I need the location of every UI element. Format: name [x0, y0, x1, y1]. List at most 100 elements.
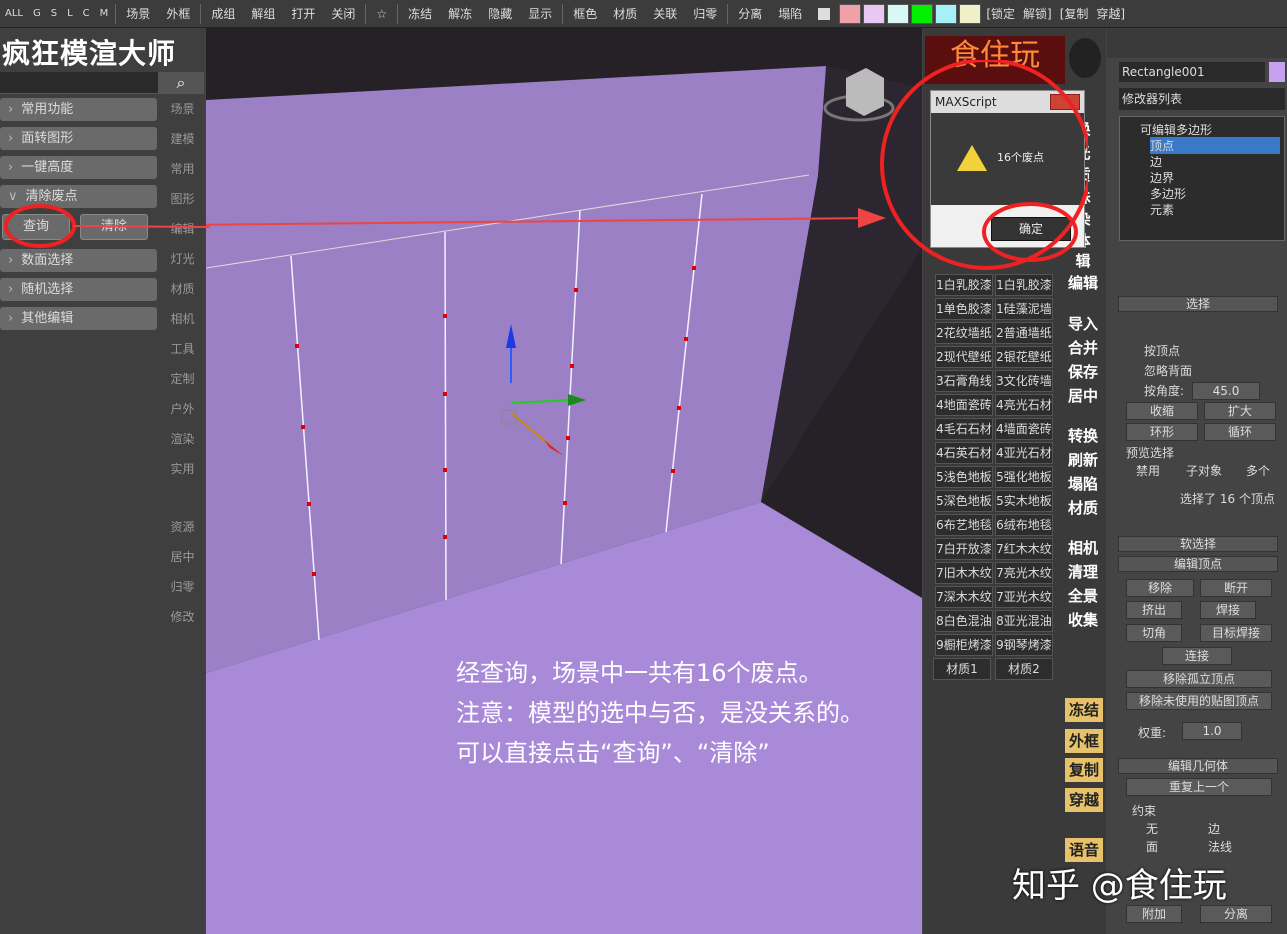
modifier-stack-item[interactable]: 边界	[1150, 169, 1280, 186]
mid-command[interactable]: 保存	[1063, 361, 1103, 382]
viewport[interactable]: 经查询，场景中一共有16个废点。 注意：模型的选中与否，是没关系的。 可以直接点…	[206, 28, 922, 934]
mid-command[interactable]: 清理	[1063, 561, 1103, 582]
quick-action-button[interactable]: 冻结	[1065, 698, 1103, 722]
toolbar-item[interactable]: G	[28, 8, 46, 19]
left-side-tab[interactable]: 户外	[160, 400, 205, 417]
toolbar-right-item[interactable]: 解锁]	[1019, 5, 1056, 22]
material-button[interactable]: 2银花壁纸	[995, 346, 1053, 368]
select-rollout[interactable]: 选择	[1118, 296, 1278, 312]
material-button[interactable]: 4地面瓷砖	[935, 394, 993, 416]
toolbar-item[interactable]: ☆	[368, 7, 395, 21]
shrink-button[interactable]: 收缩	[1126, 402, 1198, 420]
color-swatch[interactable]	[839, 3, 862, 24]
loop-button[interactable]: 循环	[1204, 423, 1276, 441]
edit-vertices-rollout[interactable]: 编辑顶点	[1118, 556, 1278, 572]
left-menu-button[interactable]: › 面转图形	[0, 127, 157, 150]
object-color-swatch[interactable]	[1269, 62, 1285, 82]
remove-unused-map-button[interactable]: 移除未使用的贴图顶点	[1126, 692, 1272, 710]
mid-command[interactable]: 塌陷	[1063, 473, 1103, 494]
left-side-tab[interactable]: 居中	[160, 548, 205, 565]
toolbar-item[interactable]: 材质	[605, 5, 645, 22]
weight-spinner[interactable]: 1.0	[1182, 722, 1242, 740]
modifier-stack-item[interactable]: 元素	[1150, 201, 1280, 218]
checkbox-icon[interactable]	[818, 7, 831, 20]
modifier-stack-item[interactable]: 顶点	[1150, 137, 1280, 154]
toolbar-item[interactable]: 关闭	[323, 5, 363, 22]
grow-button[interactable]: 扩大	[1204, 402, 1276, 420]
material-button[interactable]: 3石膏角线	[935, 370, 993, 392]
mat-tab-1[interactable]: 材质1	[933, 658, 991, 680]
toolbar-item[interactable]: 分离	[730, 5, 770, 22]
material-button[interactable]: 9钢琴烤漆	[995, 634, 1053, 656]
toolbar-item[interactable]: 关联	[645, 5, 685, 22]
mid-command[interactable]: 合并	[1063, 337, 1103, 358]
left-side-tab[interactable]: 定制	[160, 370, 205, 387]
left-menu-button[interactable]: › 随机选择	[0, 278, 157, 301]
modifier-list-dropdown[interactable]: 修改器列表	[1119, 88, 1285, 110]
left-side-tab[interactable]: 材质	[160, 280, 205, 297]
modifier-stack-item[interactable]: 多边形	[1150, 185, 1280, 202]
mat-tab-2[interactable]: 材质2	[995, 658, 1053, 680]
toolbar-item[interactable]: 打开	[283, 5, 323, 22]
left-side-tab[interactable]: 资源	[160, 518, 205, 535]
material-button[interactable]: 4亮光石材	[995, 394, 1053, 416]
toolbar-item[interactable]: M	[95, 8, 114, 19]
angle-spinner[interactable]: 45.0	[1192, 382, 1260, 400]
material-button[interactable]: 2花纹墙纸	[935, 322, 993, 344]
color-swatch[interactable]	[911, 3, 934, 24]
color-swatch[interactable]	[959, 3, 982, 24]
mid-command[interactable]: 刷新	[1063, 449, 1103, 470]
left-side-tab[interactable]: 灯光	[160, 250, 205, 267]
quick-action-button[interactable]: 复制	[1065, 758, 1103, 782]
left-side-tab[interactable]: 常用	[160, 160, 205, 177]
toolbar-item[interactable]: 解组	[243, 5, 283, 22]
left-menu-button[interactable]: › 一键高度	[0, 156, 157, 179]
modifier-stack-item[interactable]: 可编辑多边形	[1140, 121, 1280, 138]
left-side-tab[interactable]: 修改	[160, 608, 205, 625]
toolbar-item[interactable]: C	[78, 8, 95, 19]
left-side-tab[interactable]: 场景	[160, 100, 205, 117]
repeat-last-button[interactable]: 重复上一个	[1126, 778, 1272, 796]
toolbar-item[interactable]: 外框	[158, 5, 198, 22]
break-button[interactable]: 断开	[1200, 579, 1272, 597]
material-button[interactable]: 4亚光石材	[995, 442, 1053, 464]
chamfer-button[interactable]: 切角	[1126, 624, 1182, 642]
material-button[interactable]: 7红木木纹	[995, 538, 1053, 560]
material-button[interactable]: 1单色胶漆	[935, 298, 993, 320]
material-button[interactable]: 8亚光混油	[995, 610, 1053, 632]
toolbar-item[interactable]: 场景	[118, 5, 158, 22]
material-button[interactable]: 9橱柜烤漆	[935, 634, 993, 656]
material-button[interactable]: 7亚光木纹	[995, 586, 1053, 608]
toolbar-right-item[interactable]: [复制	[1056, 5, 1093, 22]
mid-command[interactable]: 转换	[1063, 425, 1103, 446]
material-button[interactable]: 5深色地板	[935, 490, 993, 512]
color-swatch[interactable]	[863, 3, 886, 24]
toolbar-item[interactable]: 成组	[203, 5, 243, 22]
toolbar-item[interactable]: 框色	[565, 5, 605, 22]
material-button[interactable]: 7白开放漆	[935, 538, 993, 560]
toolbar-item[interactable]: 显示	[520, 5, 560, 22]
left-side-tab[interactable]: 工具	[160, 340, 205, 357]
material-button[interactable]: 6绒布地毯	[995, 514, 1053, 536]
detach-button[interactable]: 分离	[1200, 905, 1272, 923]
material-button[interactable]: 6布艺地毯	[935, 514, 993, 536]
material-button[interactable]: 5浅色地板	[935, 466, 993, 488]
object-name-field[interactable]: Rectangle001	[1119, 62, 1265, 82]
toolbar-item[interactable]: L	[62, 8, 78, 19]
search-icon[interactable]: ⌕	[158, 72, 204, 94]
material-button[interactable]: 2现代壁纸	[935, 346, 993, 368]
mid-command[interactable]: 收集	[1063, 609, 1103, 630]
material-button[interactable]: 7旧木木纹	[935, 562, 993, 584]
quick-action-button[interactable]: 外框	[1065, 729, 1103, 753]
material-button[interactable]: 1硅藻泥墙	[995, 298, 1053, 320]
left-side-tab[interactable]: 渲染	[160, 430, 205, 447]
left-side-tab[interactable]: 建模	[160, 130, 205, 147]
edit-geometry-rollout[interactable]: 编辑几何体	[1118, 758, 1278, 774]
left-side-tab[interactable]: 归零	[160, 578, 205, 595]
mid-command[interactable]: 全景	[1063, 585, 1103, 606]
remove-button[interactable]: 移除	[1126, 579, 1194, 597]
left-menu-button[interactable]: › 常用功能	[0, 98, 157, 121]
toolbar-item[interactable]: ALL	[0, 8, 28, 19]
toolbar-item[interactable]: 冻结	[400, 5, 440, 22]
toolbar-item[interactable]: S	[46, 8, 62, 19]
